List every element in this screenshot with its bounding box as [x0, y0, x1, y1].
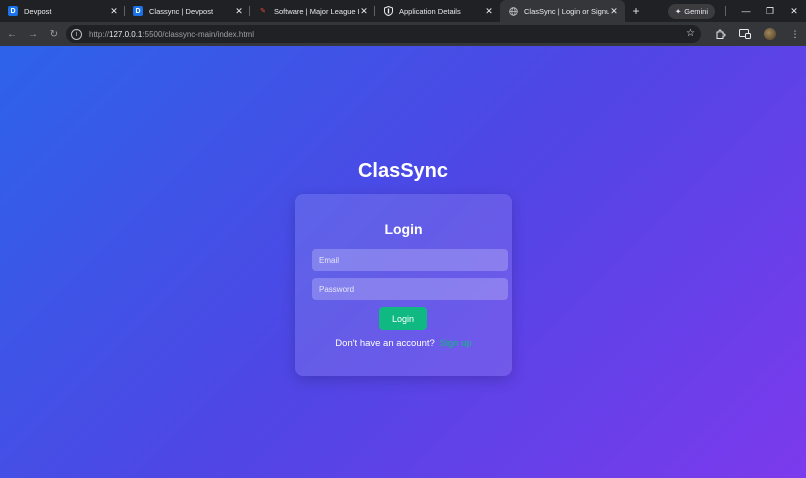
close-icon[interactable]: ✕ — [234, 6, 244, 16]
gemini-label: Gemini — [684, 6, 708, 16]
window-close-icon[interactable]: ✕ — [782, 3, 806, 19]
url-prefix: http:// — [89, 29, 110, 39]
signup-prompt: Don't have an account? — [335, 338, 435, 349]
reload-icon[interactable]: ↻ — [44, 24, 64, 44]
page-viewport: ClasSync Login Login Don't have an accou… — [0, 46, 806, 478]
tab-strip: D Devpost ✕ D Classync | Devpost ✕ ✎ Sof… — [0, 0, 806, 22]
extensions-icon[interactable] — [709, 24, 731, 44]
separator — [725, 6, 726, 16]
app-title: ClasSync — [357, 160, 449, 182]
gemini-button[interactable]: ✦ Gemini — [667, 3, 715, 19]
devpost-d-icon: D — [133, 6, 143, 16]
new-tab-button[interactable]: + — [627, 0, 645, 22]
site-info-icon[interactable]: i — [71, 28, 82, 40]
menu-kebab-icon[interactable]: ⋮ — [784, 24, 806, 44]
tab-classync-devpost[interactable]: D Classync | Devpost ✕ — [125, 0, 250, 22]
password-input[interactable] — [312, 278, 508, 300]
login-heading: Login — [384, 221, 423, 237]
sparkle-icon: ✦ — [674, 6, 682, 16]
tab-application-details[interactable]: Application Details ✕ — [375, 0, 500, 22]
tab-title: Devpost — [24, 6, 52, 16]
signup-prompt-line: Don't have an account? Sign up — [295, 338, 512, 349]
window-controls: ✦ Gemini — ❐ ✕ — [667, 3, 806, 19]
tab-mlh-software[interactable]: ✎ Software | Major League Hack ✕ — [250, 0, 375, 22]
signup-link[interactable]: Sign up — [439, 338, 471, 349]
close-icon[interactable]: ✕ — [609, 6, 619, 16]
minimize-icon[interactable]: — — [734, 3, 758, 19]
toolbar-actions: ⋮ — [706, 24, 806, 44]
globe-icon — [508, 6, 518, 16]
email-input[interactable] — [312, 249, 508, 271]
url-path: :5500/classync-main/index.html — [142, 29, 254, 39]
restore-icon[interactable]: ❐ — [758, 3, 782, 19]
tab-title: Application Details — [399, 6, 461, 16]
devpost-d-icon: D — [8, 6, 18, 16]
back-arrow-icon[interactable]: ← — [2, 24, 22, 44]
url-host: 127.0.0.1 — [109, 29, 143, 39]
tab-title: ClasSync | Login or Signup — [524, 6, 609, 16]
bookmark-star-icon[interactable]: ☆ — [686, 28, 695, 39]
close-icon[interactable]: ✕ — [109, 6, 119, 16]
tab-title: Software | Major League Hack — [274, 6, 359, 16]
tab-title: Classync | Devpost — [149, 6, 214, 16]
close-icon[interactable]: ✕ — [484, 6, 494, 16]
login-card: Login Login Don't have an account? Sign … — [295, 194, 512, 376]
tab-classync-login[interactable]: ClasSync | Login or Signup ✕ — [500, 0, 625, 22]
login-button[interactable]: Login — [379, 307, 427, 330]
address-bar[interactable]: i http://127.0.0.1:5500/classync-main/in… — [66, 25, 701, 43]
close-icon[interactable]: ✕ — [359, 6, 369, 16]
mlh-icon: ✎ — [260, 8, 266, 15]
forward-arrow-icon[interactable]: → — [23, 24, 43, 44]
cast-icon[interactable] — [734, 24, 756, 44]
browser-toolbar: ← → ↻ i http://127.0.0.1:5500/classync-m… — [0, 22, 806, 46]
url-text: http://127.0.0.1:5500/classync-main/inde… — [89, 30, 254, 39]
tab-devpost[interactable]: D Devpost ✕ — [0, 0, 125, 22]
avatar — [764, 28, 776, 40]
shield-icon — [383, 6, 393, 16]
profile-avatar[interactable] — [759, 24, 781, 44]
